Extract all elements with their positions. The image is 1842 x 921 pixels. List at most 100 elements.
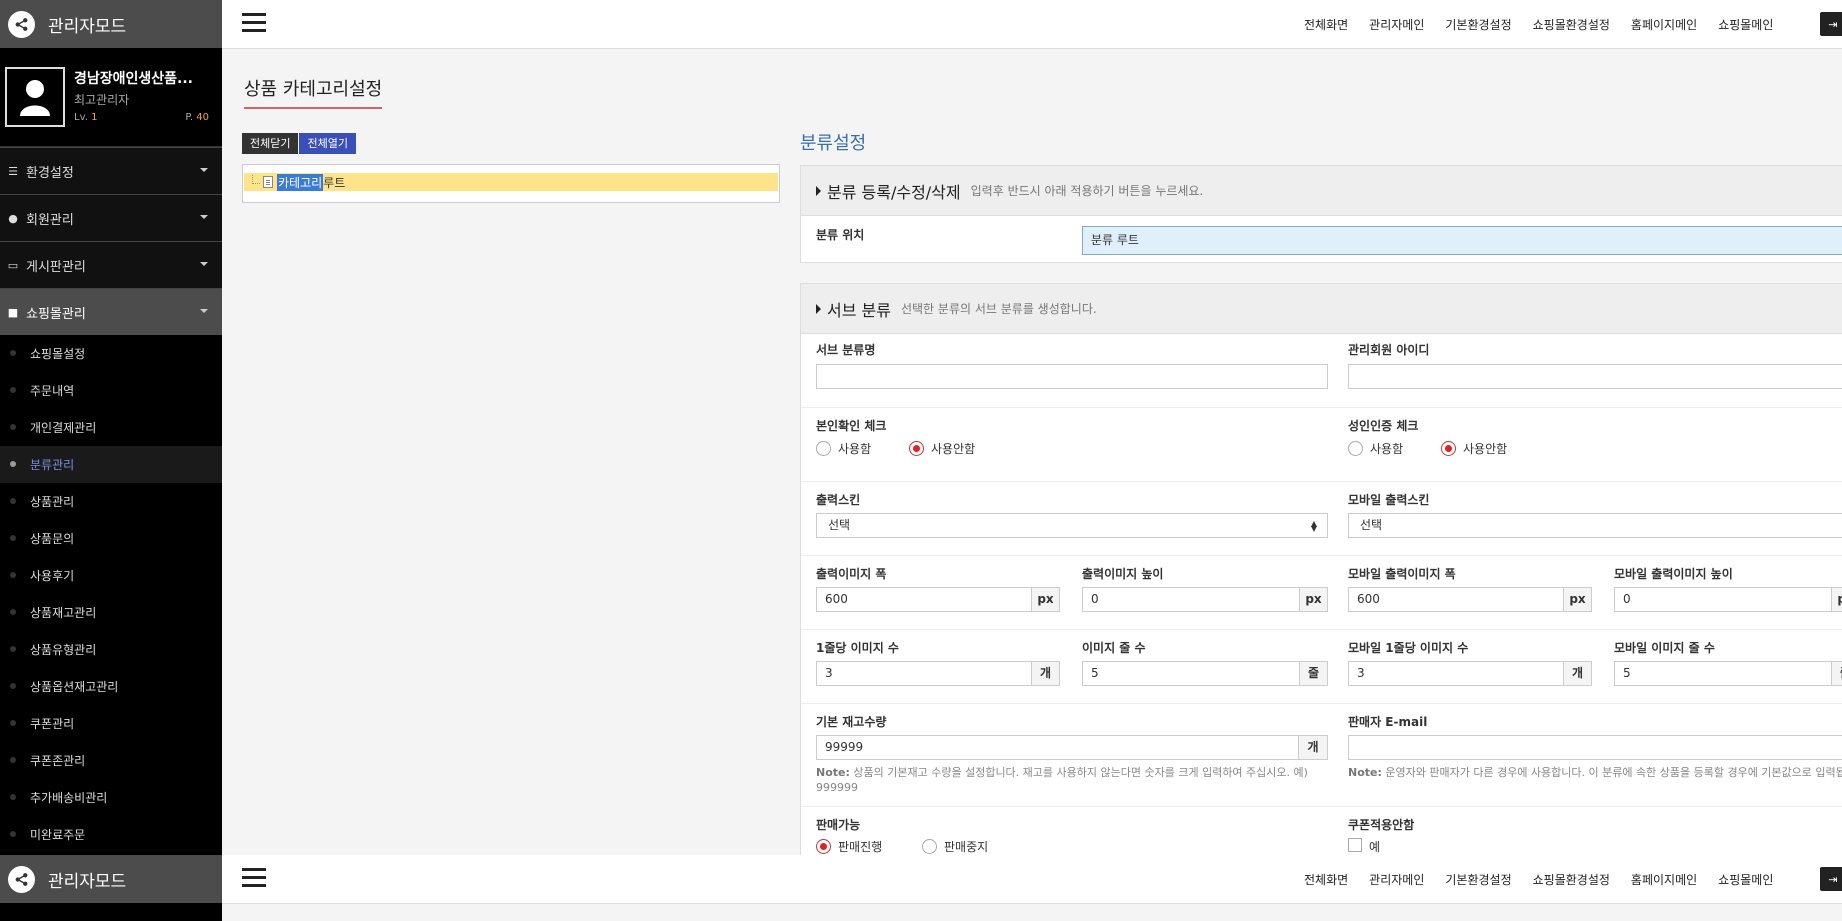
sidebar-item-categories[interactable]: 분류관리 xyxy=(0,446,222,483)
unit-addon: 개 xyxy=(1298,735,1328,760)
sidebar-title: 관리자모드 xyxy=(48,16,127,37)
form-row: 분류 위치 분류 루트 xyxy=(801,216,1842,262)
lines-input[interactable]: 5 xyxy=(1082,661,1300,686)
sidebar-header[interactable]: 관리자모드 xyxy=(0,0,222,48)
expand-all-button[interactable]: 전체열기 xyxy=(299,133,356,154)
adult-check-nouse-radio[interactable]: 사용안함 xyxy=(1441,440,1507,457)
sidebar-item-coupon-zone[interactable]: 쿠폰존관리 xyxy=(0,742,222,779)
img-height-input[interactable]: 0 xyxy=(1082,587,1300,612)
collapse-all-button[interactable]: 전체닫기 xyxy=(242,133,299,154)
stock-input[interactable]: 99999 xyxy=(816,735,1299,760)
nav-shop-main[interactable]: 쇼핑몰메인 xyxy=(1718,16,1773,33)
sidebar-item-reviews[interactable]: 사용후기 xyxy=(0,557,222,594)
seller-email-label: 판매자 E-mail xyxy=(1348,715,1428,729)
unit-addon: 줄 xyxy=(1831,661,1842,686)
hamburger-menu-icon[interactable] xyxy=(242,13,266,33)
caret-down-icon xyxy=(200,262,208,266)
logout-button[interactable]: ⇥ xyxy=(1820,867,1842,891)
unit-addon: 줄 xyxy=(1299,661,1328,686)
mobile-skin-select[interactable]: 선택▲▼ xyxy=(1348,513,1842,538)
note-label: Note: xyxy=(1348,766,1382,779)
px-addon: px xyxy=(1563,587,1592,612)
sidebar-item-stock[interactable]: 상품재고관리 xyxy=(0,594,222,631)
note-text: 상품의 기본재고 수량을 설정합니다. 재고를 사용하지 않는다면 숫자를 크게… xyxy=(816,766,1308,794)
profile-card: 경남장애인생산품... 최고관리자 Lv. 1 P. 40 xyxy=(0,48,222,147)
nav-shop-main[interactable]: 쇼핑몰메인 xyxy=(1718,871,1773,888)
form-row: 기본 재고수량 99999 개 Note: 상품의 기본재고 수량을 설정합니다… xyxy=(801,704,1842,807)
nav-basic-settings[interactable]: 기본환경설정 xyxy=(1445,16,1511,33)
select-value: 선택 xyxy=(828,518,851,532)
sidebar-item-shop-settings[interactable]: 쇼핑몰설정 xyxy=(0,335,222,372)
sidebar-item-orders[interactable]: 주문내역 xyxy=(0,372,222,409)
menu-group-settings[interactable]: ☰ 환경설정 xyxy=(0,147,222,194)
m-row-count-input[interactable]: 3 xyxy=(1348,661,1564,686)
logout-button[interactable]: ⇥ xyxy=(1820,12,1842,36)
panel-header[interactable]: 서브 분류 선택한 분류의 서브 분류를 생성합니다. xyxy=(801,284,1842,334)
sidebar-item-option-stock[interactable]: 상품옵션재고관리 xyxy=(0,668,222,705)
m-img-height-input[interactable]: 0 xyxy=(1614,587,1832,612)
coupon-checkbox[interactable] xyxy=(1348,838,1362,852)
sidebar-item-product-qna[interactable]: 상품문의 xyxy=(0,520,222,557)
category-position-field[interactable]: 분류 루트 xyxy=(1082,226,1842,255)
nav-fullscreen[interactable]: 전체화면 xyxy=(1304,871,1348,888)
sidebar-item-product-types[interactable]: 상품유형관리 xyxy=(0,631,222,668)
m-lines-input[interactable]: 5 xyxy=(1614,661,1832,686)
nav-shop-settings[interactable]: 쇼핑몰환경설정 xyxy=(1533,16,1610,33)
caret-right-icon xyxy=(816,185,821,196)
nav-fullscreen[interactable]: 전체화면 xyxy=(1304,16,1348,33)
nav-admin-main[interactable]: 관리자메인 xyxy=(1369,16,1424,33)
nav-homepage-main[interactable]: 홈페이지메인 xyxy=(1631,871,1697,888)
menu-group-boards[interactable]: ▭ 게시판관리 xyxy=(0,241,222,288)
sidebar-item-personal-payment[interactable]: 개인결제관리 xyxy=(0,409,222,446)
panel-title: 분류 등록/수정/삭제 xyxy=(827,182,961,202)
category-settings: 분류설정 분류 등록/수정/삭제 입력후 반드시 아래 적용하기 버튼을 누르세… xyxy=(800,129,1842,855)
sidebar-item-coupons[interactable]: 쿠폰관리 xyxy=(0,705,222,742)
sidebar-header[interactable]: 관리자모드 xyxy=(0,855,222,903)
admin-id-input[interactable] xyxy=(1348,364,1842,389)
nav-shop-settings[interactable]: 쇼핑몰환경설정 xyxy=(1533,871,1610,888)
sidebar-item-extra-shipping[interactable]: 추가배송비관리 xyxy=(0,779,222,816)
hamburger-menu-icon[interactable] xyxy=(242,868,266,888)
sub-name-input[interactable] xyxy=(816,364,1328,389)
sale-on-radio[interactable]: 판매진행 xyxy=(816,838,882,855)
menu-group-members[interactable]: ● 회원관리 xyxy=(0,194,222,241)
sidebar-repeat: 관리자모드 xyxy=(0,855,222,921)
radio-icon xyxy=(922,839,937,854)
form-row: 판매가능 판매진행 판매중지 쿠폰적용안함 예 xyxy=(801,807,1842,855)
sidebar-item-products[interactable]: 상품관리 xyxy=(0,483,222,520)
px-addon: px xyxy=(1831,587,1842,612)
select-value: 선택 xyxy=(1360,518,1383,532)
points-label: P. xyxy=(185,112,194,123)
panel-header[interactable]: 분류 등록/수정/삭제 입력후 반드시 아래 적용하기 버튼을 누르세요. xyxy=(801,166,1842,216)
radio-label: 사용안함 xyxy=(931,442,976,456)
form-row: 본인확인 체크 사용함 사용안함 성인인증 체크 사용함 사용안함 xyxy=(801,408,1842,482)
sidebar-item-incomplete-orders[interactable]: 미완료주문 xyxy=(0,816,222,853)
shopping-bag-icon: ■ xyxy=(7,305,19,319)
profile-points: P. 40 xyxy=(185,112,209,123)
adult-check-use-radio[interactable]: 사용함 xyxy=(1348,440,1403,457)
seller-email-input[interactable] xyxy=(1348,735,1842,760)
nav-basic-settings[interactable]: 기본환경설정 xyxy=(1445,871,1511,888)
menu-group-shop[interactable]: ■ 쇼핑몰관리 xyxy=(0,288,222,335)
sale-off-radio[interactable]: 판매중지 xyxy=(922,838,988,855)
nav-homepage-main[interactable]: 홈페이지메인 xyxy=(1631,16,1697,33)
skin-label: 출력스킨 xyxy=(816,493,861,507)
repeated-header-strip: 관리자모드 전체화면 관리자메인 기본환경설정 쇼핑몰환경설정 홈페이지메인 쇼… xyxy=(0,855,1842,921)
self-check-nouse-radio[interactable]: 사용안함 xyxy=(909,440,975,457)
admin-id-label: 관리회원 아이디 xyxy=(1348,343,1430,357)
top-navigation: 전체화면 관리자메인 기본환경설정 쇼핑몰환경설정 홈페이지메인 쇼핑몰메인 xyxy=(1304,855,1794,904)
row-count-input[interactable]: 3 xyxy=(816,661,1032,686)
avatar[interactable] xyxy=(5,67,65,127)
self-check-use-radio[interactable]: 사용함 xyxy=(816,440,871,457)
menu-group-label: 환경설정 xyxy=(26,165,74,181)
skin-select[interactable]: 선택 ▲ ▼ xyxy=(816,513,1328,538)
caret-down-icon xyxy=(200,215,208,219)
tree-node-root[interactable]: 카테고리 루트 xyxy=(244,173,778,191)
img-width-input[interactable]: 600 xyxy=(816,587,1032,612)
nav-admin-main[interactable]: 관리자메인 xyxy=(1369,871,1424,888)
m-img-width-input[interactable]: 600 xyxy=(1348,587,1564,612)
img-width-label: 출력이미지 폭 xyxy=(816,567,887,581)
section-title: 분류설정 xyxy=(800,133,867,154)
email-note: Note: 운영자와 판매자가 다른 경우에 사용합니다. 이 분류에 속한 상… xyxy=(1348,765,1842,780)
form-row: 출력스킨 선택▲▼ 모바일 출력스킨 선택▲▼ xyxy=(801,482,1842,556)
